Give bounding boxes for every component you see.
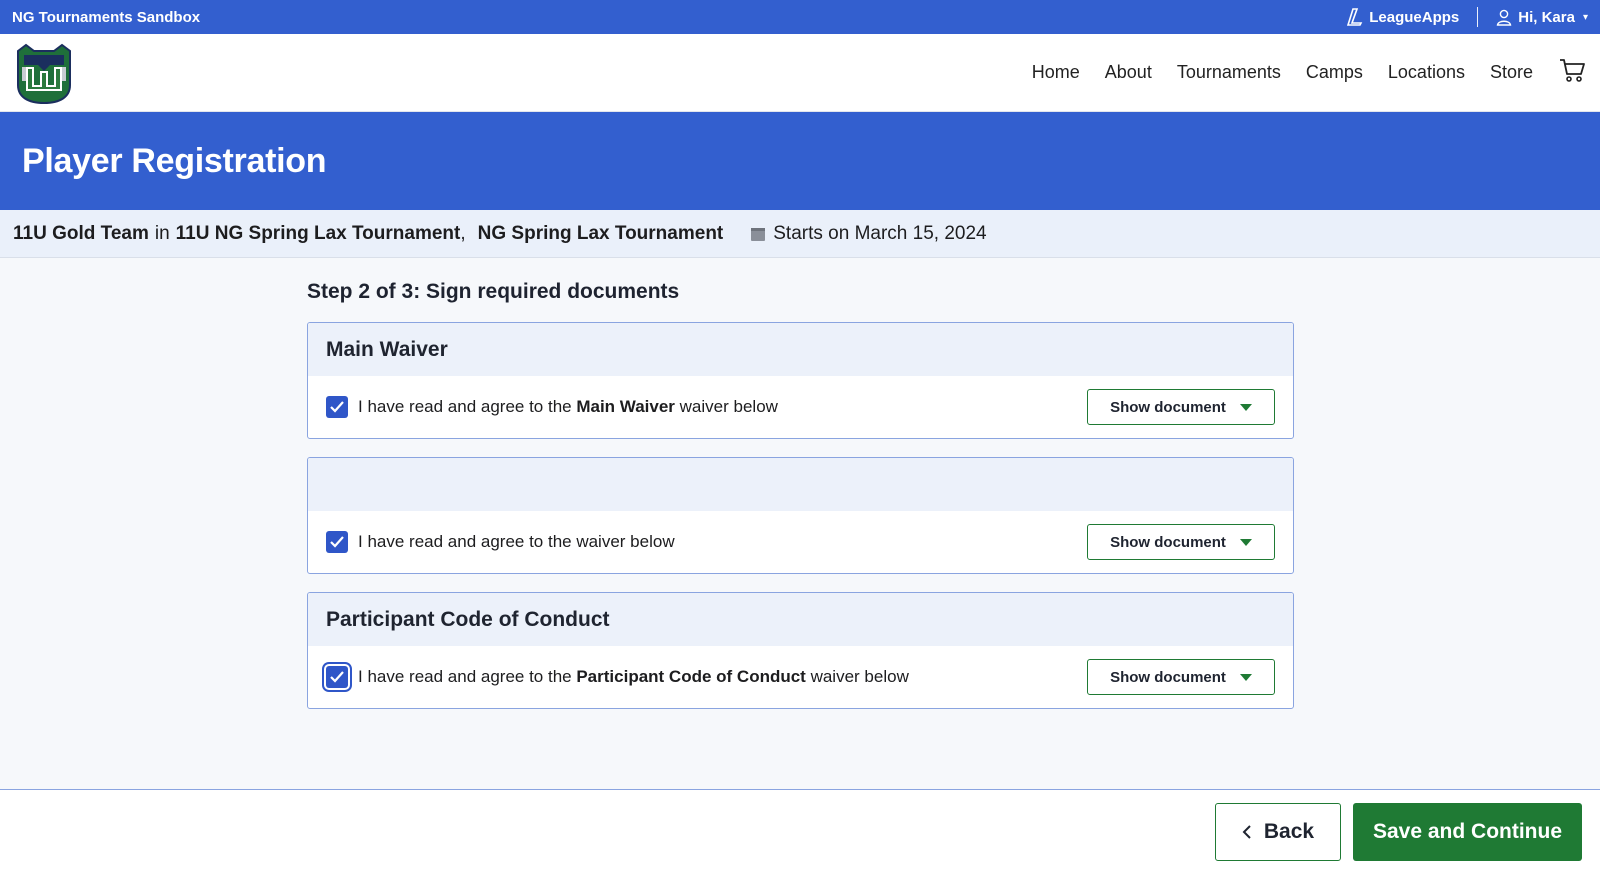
start-date-text: Starts on March 15, 2024	[773, 222, 987, 244]
agreement-label: I have read and agree to the Main Waiver…	[326, 396, 778, 418]
page-title: Player Registration	[22, 141, 327, 180]
save-and-continue-button[interactable]: Save and Continue	[1353, 803, 1582, 861]
in-label: in	[154, 222, 170, 244]
document-title: Main Waiver	[308, 323, 1293, 376]
document-card-main-waiver: Main Waiver I have read and agree to the…	[307, 322, 1294, 439]
agreement-suffix: waiver below	[679, 397, 778, 416]
show-document-button[interactable]: Show document	[1087, 659, 1275, 695]
start-date: Starts on March 15, 2024	[751, 222, 987, 245]
chevron-left-icon	[1242, 825, 1251, 839]
document-agreement-row: I have read and agree to the waiver belo…	[308, 511, 1293, 573]
show-document-button[interactable]: Show document	[1087, 389, 1275, 425]
main-nav: Home About Tournaments Camps Locations S…	[0, 34, 1600, 112]
document-card-code-of-conduct: Participant Code of Conduct I have read …	[307, 592, 1294, 709]
calendar-icon	[751, 228, 766, 241]
nav-item-tournaments[interactable]: Tournaments	[1177, 62, 1281, 83]
agree-checkbox[interactable]	[326, 396, 348, 418]
document-agreement-row: I have read and agree to the Participant…	[308, 646, 1293, 708]
show-document-label: Show document	[1110, 668, 1226, 686]
document-agreement-row: I have read and agree to the Main Waiver…	[308, 376, 1293, 438]
leagueapps-label: LeagueApps	[1369, 8, 1460, 26]
cart-button[interactable]	[1558, 56, 1586, 89]
nav-item-about[interactable]: About	[1105, 62, 1152, 83]
comma-separator: ,	[460, 222, 466, 244]
top-bar-divider	[1477, 7, 1479, 27]
caret-down-icon	[1239, 403, 1252, 411]
agreement-prefix: I have read and agree to the	[358, 667, 572, 686]
nav-item-home[interactable]: Home	[1032, 62, 1080, 83]
chevron-down-icon: ▾	[1582, 11, 1588, 23]
agreement-label: I have read and agree to the Participant…	[326, 666, 909, 688]
checkmark-icon	[330, 401, 344, 413]
agree-checkbox[interactable]	[326, 531, 348, 553]
event-name: NG Spring Lax Tournament	[477, 222, 724, 244]
agreement-prefix: I have read and agree to the	[358, 397, 572, 416]
checkmark-icon	[330, 671, 344, 683]
user-greeting: Hi, Kara	[1518, 8, 1575, 26]
program-name: 11U NG Spring Lax Tournament	[175, 222, 461, 244]
nav-item-locations[interactable]: Locations	[1388, 62, 1465, 83]
show-document-label: Show document	[1110, 398, 1226, 416]
caret-down-icon	[1239, 538, 1252, 546]
document-title	[308, 458, 1293, 511]
top-bar: NG Tournaments Sandbox LeagueApps Hi, Ka…	[0, 0, 1600, 34]
leagueapps-logo-icon	[1347, 8, 1363, 26]
nav-menu: Home About Tournaments Camps Locations S…	[1032, 56, 1586, 89]
agreement-label: I have read and agree to the waiver belo…	[326, 531, 675, 553]
back-label: Back	[1263, 820, 1315, 843]
nav-item-store[interactable]: Store	[1490, 62, 1533, 83]
user-icon	[1496, 9, 1512, 26]
agreement-prefix: I have read and agree to the waiver belo…	[358, 532, 675, 551]
agreement-document-name: Participant Code of Conduct	[576, 667, 806, 686]
back-button[interactable]: Back	[1215, 803, 1341, 861]
leagueapps-link[interactable]: LeagueApps	[1347, 8, 1459, 26]
site-name: NG Tournaments Sandbox	[12, 8, 201, 26]
agreement-document-name: Main Waiver	[576, 397, 675, 416]
team-logo-icon[interactable]	[12, 41, 76, 105]
caret-down-icon	[1239, 673, 1252, 681]
documents-section: Step 2 of 3: Sign required documents Mai…	[307, 280, 1294, 727]
page-header: Player Registration	[0, 112, 1600, 210]
team-name: 11U Gold Team	[13, 222, 149, 244]
checkmark-icon	[330, 536, 344, 548]
show-document-button[interactable]: Show document	[1087, 524, 1275, 560]
registration-context: 11U Gold Team in 11U NG Spring Lax Tourn…	[0, 210, 1600, 258]
step-title: Step 2 of 3: Sign required documents	[307, 280, 680, 303]
show-document-label: Show document	[1110, 533, 1226, 551]
agreement-suffix: waiver below	[810, 667, 909, 686]
nav-item-camps[interactable]: Camps	[1306, 62, 1363, 83]
document-title: Participant Code of Conduct	[308, 593, 1293, 646]
top-bar-right: LeagueApps Hi, Kara ▾	[1347, 7, 1588, 27]
user-menu[interactable]: Hi, Kara ▾	[1496, 9, 1588, 26]
cart-icon	[1560, 59, 1585, 82]
footer-actions: Back Save and Continue	[0, 789, 1600, 874]
agree-checkbox[interactable]	[326, 666, 348, 688]
document-card-unnamed-waiver: I have read and agree to the waiver belo…	[307, 457, 1294, 574]
